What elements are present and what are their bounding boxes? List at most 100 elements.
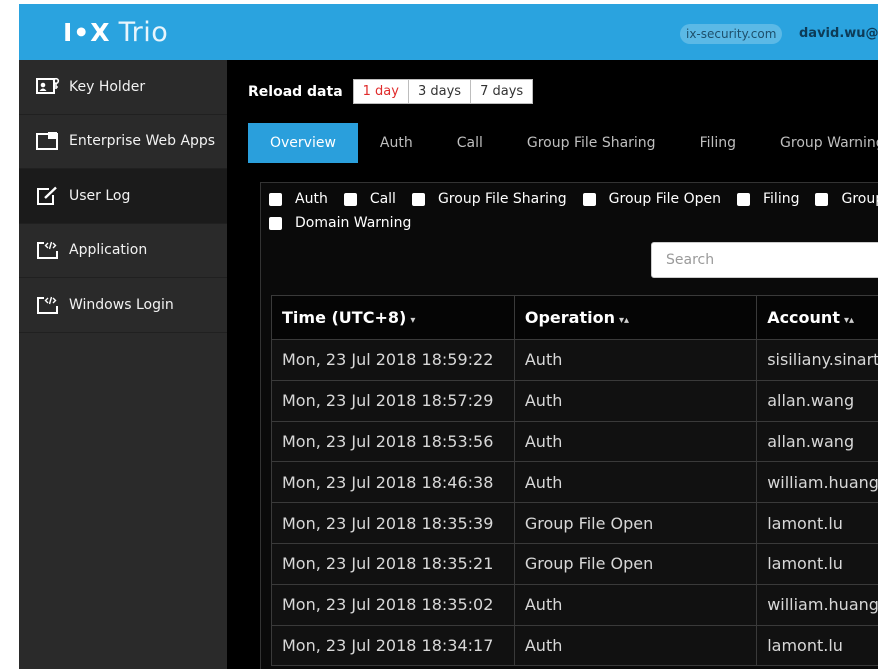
tab-group-file-sharing[interactable]: Group File Sharing (505, 123, 678, 163)
logo-mark: I•X (63, 17, 111, 47)
log-table: Time (UTC+8) ▾ Operation ▾▴ Account ▾▴ Mon,… (271, 295, 878, 667)
filter-label: Filing (763, 191, 800, 207)
filter-group-file-sharing[interactable]: Group File Sharing (411, 191, 567, 207)
column-header-time[interactable]: Time (UTC+8) ▾ (271, 295, 515, 340)
filter-row: Auth Call Group File Sharing Group File … (269, 187, 878, 211)
code-window-icon (35, 294, 61, 316)
cell-operation: Auth (513, 461, 758, 504)
column-header-label: Account (767, 308, 840, 327)
range-3-days-button[interactable]: 3 days (409, 80, 472, 103)
sidebar-item-enterprise-web-apps[interactable]: Enterprise Web Apps (19, 115, 227, 169)
table-row[interactable]: Mon, 23 Jul 2018 18:35:02 Auth william.h… (271, 583, 878, 626)
cell-time: Mon, 23 Jul 2018 18:34:17 (271, 624, 515, 667)
cell-account: sisiliany.sinart (756, 339, 878, 381)
checkbox[interactable] (343, 192, 357, 206)
app-logo[interactable]: I•X Trio (63, 14, 168, 50)
sidebar-item-windows-login[interactable]: Windows Login (19, 278, 227, 333)
table-row[interactable]: Mon, 23 Jul 2018 18:57:29 Auth allan.wan… (271, 379, 878, 422)
table-row[interactable]: Mon, 23 Jul 2018 18:35:21 Group File Ope… (271, 542, 878, 585)
table-row[interactable]: Mon, 23 Jul 2018 18:59:22 Auth sisiliany… (271, 339, 878, 381)
filter-label: Call (369, 191, 396, 207)
checkbox[interactable] (411, 192, 425, 206)
sidebar-item-label: Enterprise Web Apps (69, 133, 216, 150)
sidebar: Key Holder Enterprise Web Apps User Log … (19, 60, 227, 669)
user-account-menu[interactable]: david.wu@ix (799, 26, 878, 41)
range-7-days-button[interactable]: 7 days (471, 80, 532, 103)
range-1-day-button[interactable]: 1 day (354, 80, 409, 103)
cell-operation: Auth (513, 379, 758, 422)
time-range-selector: 1 day 3 days 7 days (352, 79, 534, 104)
sidebar-item-label: Application (69, 242, 148, 259)
search-input[interactable] (651, 242, 878, 278)
code-window-icon (35, 239, 61, 261)
cell-account: lamont.lu (756, 502, 878, 544)
logo-text: Trio (118, 16, 169, 48)
top-header: I•X Trio ix-security.com david.wu@ix (19, 4, 878, 60)
filter-label: Domain Warning (295, 215, 412, 231)
cell-account: allan.wang (756, 379, 878, 422)
sort-toggle-icon[interactable]: ▾▴ (619, 315, 629, 326)
table-row[interactable]: Mon, 23 Jul 2018 18:34:17 Auth lamont.lu (271, 624, 878, 667)
main-content: Reload data 1 day 3 days 7 days Overview… (227, 60, 878, 669)
reload-data-control: Reload data 1 day 3 days 7 days (248, 79, 534, 104)
cell-time: Mon, 23 Jul 2018 18:46:38 (271, 461, 515, 504)
tab-auth[interactable]: Auth (358, 123, 435, 163)
filter-call[interactable]: Call (343, 191, 396, 207)
checkbox[interactable] (269, 192, 282, 206)
domain-badge[interactable]: ix-security.com (680, 24, 783, 44)
column-header-operation[interactable]: Operation ▾▴ (513, 295, 758, 340)
filter-auth[interactable]: Auth (269, 191, 328, 207)
column-header-account[interactable]: Account ▾▴ (756, 295, 878, 340)
filter-group[interactable]: Group (815, 191, 878, 207)
cell-time: Mon, 23 Jul 2018 18:35:02 (271, 583, 515, 626)
filter-label: Group File Sharing (437, 191, 567, 207)
checkbox[interactable] (582, 192, 596, 206)
filter-group-file-open[interactable]: Group File Open (582, 191, 721, 207)
filter-filing[interactable]: Filing (737, 191, 799, 207)
column-header-label: Time (UTC+8) (282, 308, 407, 327)
cell-time: Mon, 23 Jul 2018 18:35:21 (271, 542, 515, 585)
cell-operation: Auth (513, 420, 758, 463)
sidebar-item-label: Windows Login (69, 296, 174, 313)
key-holder-icon (35, 76, 61, 98)
tab-overview[interactable]: Overview (248, 123, 358, 163)
sidebar-item-label: Key Holder (69, 78, 146, 95)
filter-label: Group (841, 191, 878, 207)
filter-label: Auth (295, 191, 328, 207)
sidebar-item-user-log[interactable]: User Log (19, 169, 227, 224)
cell-time: Mon, 23 Jul 2018 18:53:56 (271, 420, 515, 463)
checkbox[interactable] (815, 192, 829, 206)
reload-label: Reload data (248, 83, 343, 100)
cell-account: lamont.lu (756, 542, 878, 585)
cell-operation: Auth (513, 339, 758, 381)
filter-row: Domain Warning (269, 211, 878, 235)
sidebar-item-application[interactable]: Application (19, 224, 227, 278)
filter-label: Group File Open (608, 191, 721, 207)
cell-account: william.huang (756, 583, 878, 626)
table-row[interactable]: Mon, 23 Jul 2018 18:46:38 Auth william.h… (271, 461, 878, 504)
checkbox[interactable] (269, 216, 282, 230)
sidebar-item-label: User Log (69, 187, 131, 204)
table-row[interactable]: Mon, 23 Jul 2018 18:53:56 Auth allan.wan… (271, 420, 878, 463)
cell-operation: Auth (513, 583, 758, 626)
edit-log-icon (35, 185, 61, 207)
sort-toggle-icon[interactable]: ▾▴ (844, 315, 854, 326)
cell-account: william.huang (756, 461, 878, 504)
checkbox[interactable] (737, 192, 750, 206)
cell-time: Mon, 23 Jul 2018 18:59:22 (271, 339, 515, 381)
operation-filters: Auth Call Group File Sharing Group File … (269, 187, 878, 235)
cell-time: Mon, 23 Jul 2018 18:35:39 (271, 502, 515, 544)
tab-group-warning[interactable]: Group Warning (758, 123, 878, 163)
table-row[interactable]: Mon, 23 Jul 2018 18:35:39 Group File Ope… (271, 502, 878, 544)
tab-filing[interactable]: Filing (678, 123, 758, 163)
sidebar-item-key-holder[interactable]: Key Holder (19, 60, 227, 115)
tab-call[interactable]: Call (435, 123, 505, 163)
table-header-row: Time (UTC+8) ▾ Operation ▾▴ Account ▾▴ (271, 295, 878, 340)
sort-desc-icon[interactable]: ▾ (410, 315, 415, 326)
cell-operation: Group File Open (513, 502, 758, 544)
cell-operation: Auth (513, 624, 758, 667)
web-apps-icon (35, 130, 61, 152)
cell-time: Mon, 23 Jul 2018 18:57:29 (271, 379, 515, 422)
cell-account: lamont.lu (756, 624, 878, 667)
filter-domain-warning[interactable]: Domain Warning (269, 215, 411, 231)
